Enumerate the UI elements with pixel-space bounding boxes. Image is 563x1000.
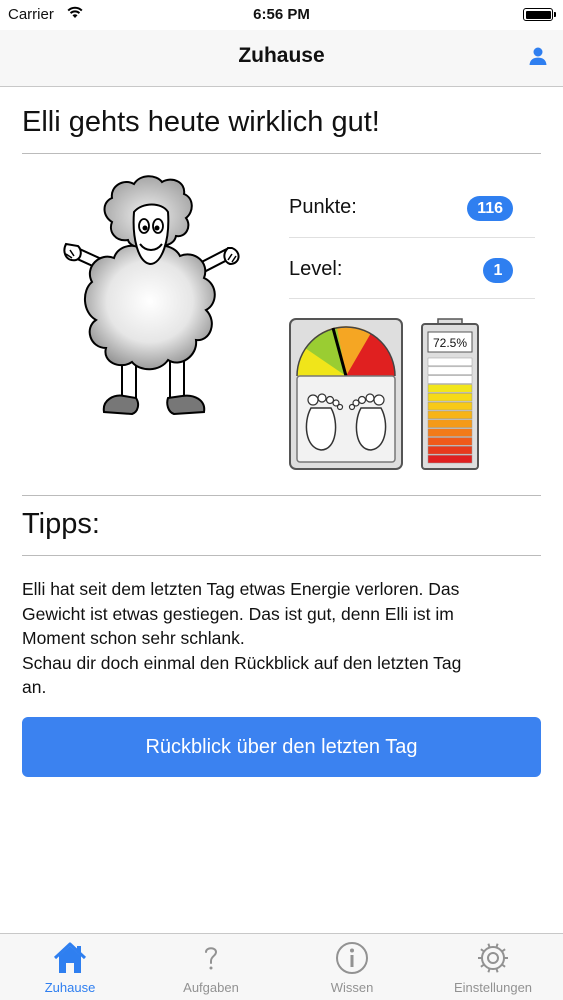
tips-line: Elli hat seit dem letzten Tag etwas Ener… bbox=[22, 579, 460, 599]
divider bbox=[22, 153, 541, 154]
tab-label: Zuhause bbox=[44, 980, 96, 995]
tab-einstellungen[interactable]: Einstellungen bbox=[423, 934, 563, 1000]
energy-segment bbox=[427, 366, 473, 375]
energy-percent-label: 72.5% bbox=[432, 336, 468, 350]
tips-title: Tipps: bbox=[22, 508, 100, 540]
energy-segment bbox=[427, 437, 473, 446]
stat-row-level: Level: 1 bbox=[289, 238, 535, 300]
tips-line: Schau dir doch einmal den Rückblick auf … bbox=[22, 652, 462, 673]
energy-segment bbox=[427, 384, 473, 393]
divider bbox=[22, 495, 541, 496]
points-badge: 116 bbox=[467, 196, 513, 221]
tab-label: Aufgaben bbox=[183, 980, 239, 995]
energy-segment bbox=[427, 375, 473, 384]
tips-line: an. bbox=[22, 677, 47, 697]
tab-label: Wissen bbox=[330, 980, 374, 995]
tab-bar: Zuhause Aufgaben Wissen Einstellungen bbox=[0, 933, 563, 1000]
energy-segment bbox=[427, 401, 473, 411]
energy-segment bbox=[427, 419, 473, 428]
energy-segment bbox=[427, 410, 473, 420]
tab-zuhause[interactable]: Zuhause bbox=[0, 934, 140, 1000]
review-last-day-button[interactable]: Rückblick über den letzten Tag bbox=[22, 717, 541, 777]
energy-gauge: 72.5% bbox=[421, 318, 479, 470]
divider bbox=[22, 555, 541, 556]
tab-label: Einstellungen bbox=[453, 980, 533, 995]
tips-line: Moment schon sehr schlank. bbox=[22, 628, 245, 648]
points-label: Punkte: bbox=[289, 196, 357, 218]
energy-segment bbox=[427, 428, 473, 437]
energy-segment bbox=[427, 446, 473, 455]
gear-icon bbox=[478, 943, 508, 973]
stat-row-points: Punkte: 116 bbox=[289, 176, 535, 238]
user-icon[interactable] bbox=[527, 45, 549, 67]
navigation-bar: Zuhause bbox=[0, 30, 563, 87]
page-title: Zuhause bbox=[238, 44, 325, 67]
level-label: Level: bbox=[289, 258, 343, 280]
divider bbox=[289, 298, 535, 299]
battery-icon bbox=[523, 8, 556, 21]
home-icon bbox=[53, 942, 87, 973]
status-time: 6:56 PM bbox=[253, 6, 310, 23]
status-bar: Carrier 6:56 PM bbox=[0, 0, 563, 30]
question-icon bbox=[205, 947, 218, 970]
tips-text: Elli hat seit dem letzten Tag etwas Ener… bbox=[22, 577, 542, 700]
tips-line: Gewicht ist etwas gestiegen. Das ist gut… bbox=[22, 603, 454, 624]
weight-scale-icon bbox=[289, 318, 403, 470]
energy-segment bbox=[427, 393, 473, 402]
tab-aufgaben[interactable]: Aufgaben bbox=[141, 934, 281, 1000]
info-icon bbox=[336, 942, 368, 974]
energy-segment bbox=[427, 357, 473, 367]
energy-segment bbox=[427, 454, 473, 464]
level-badge: 1 bbox=[483, 258, 513, 283]
status-headline: Elli gehts heute wirklich gut! bbox=[22, 106, 380, 138]
tab-wissen[interactable]: Wissen bbox=[282, 934, 422, 1000]
sheep-illustration bbox=[63, 175, 240, 416]
